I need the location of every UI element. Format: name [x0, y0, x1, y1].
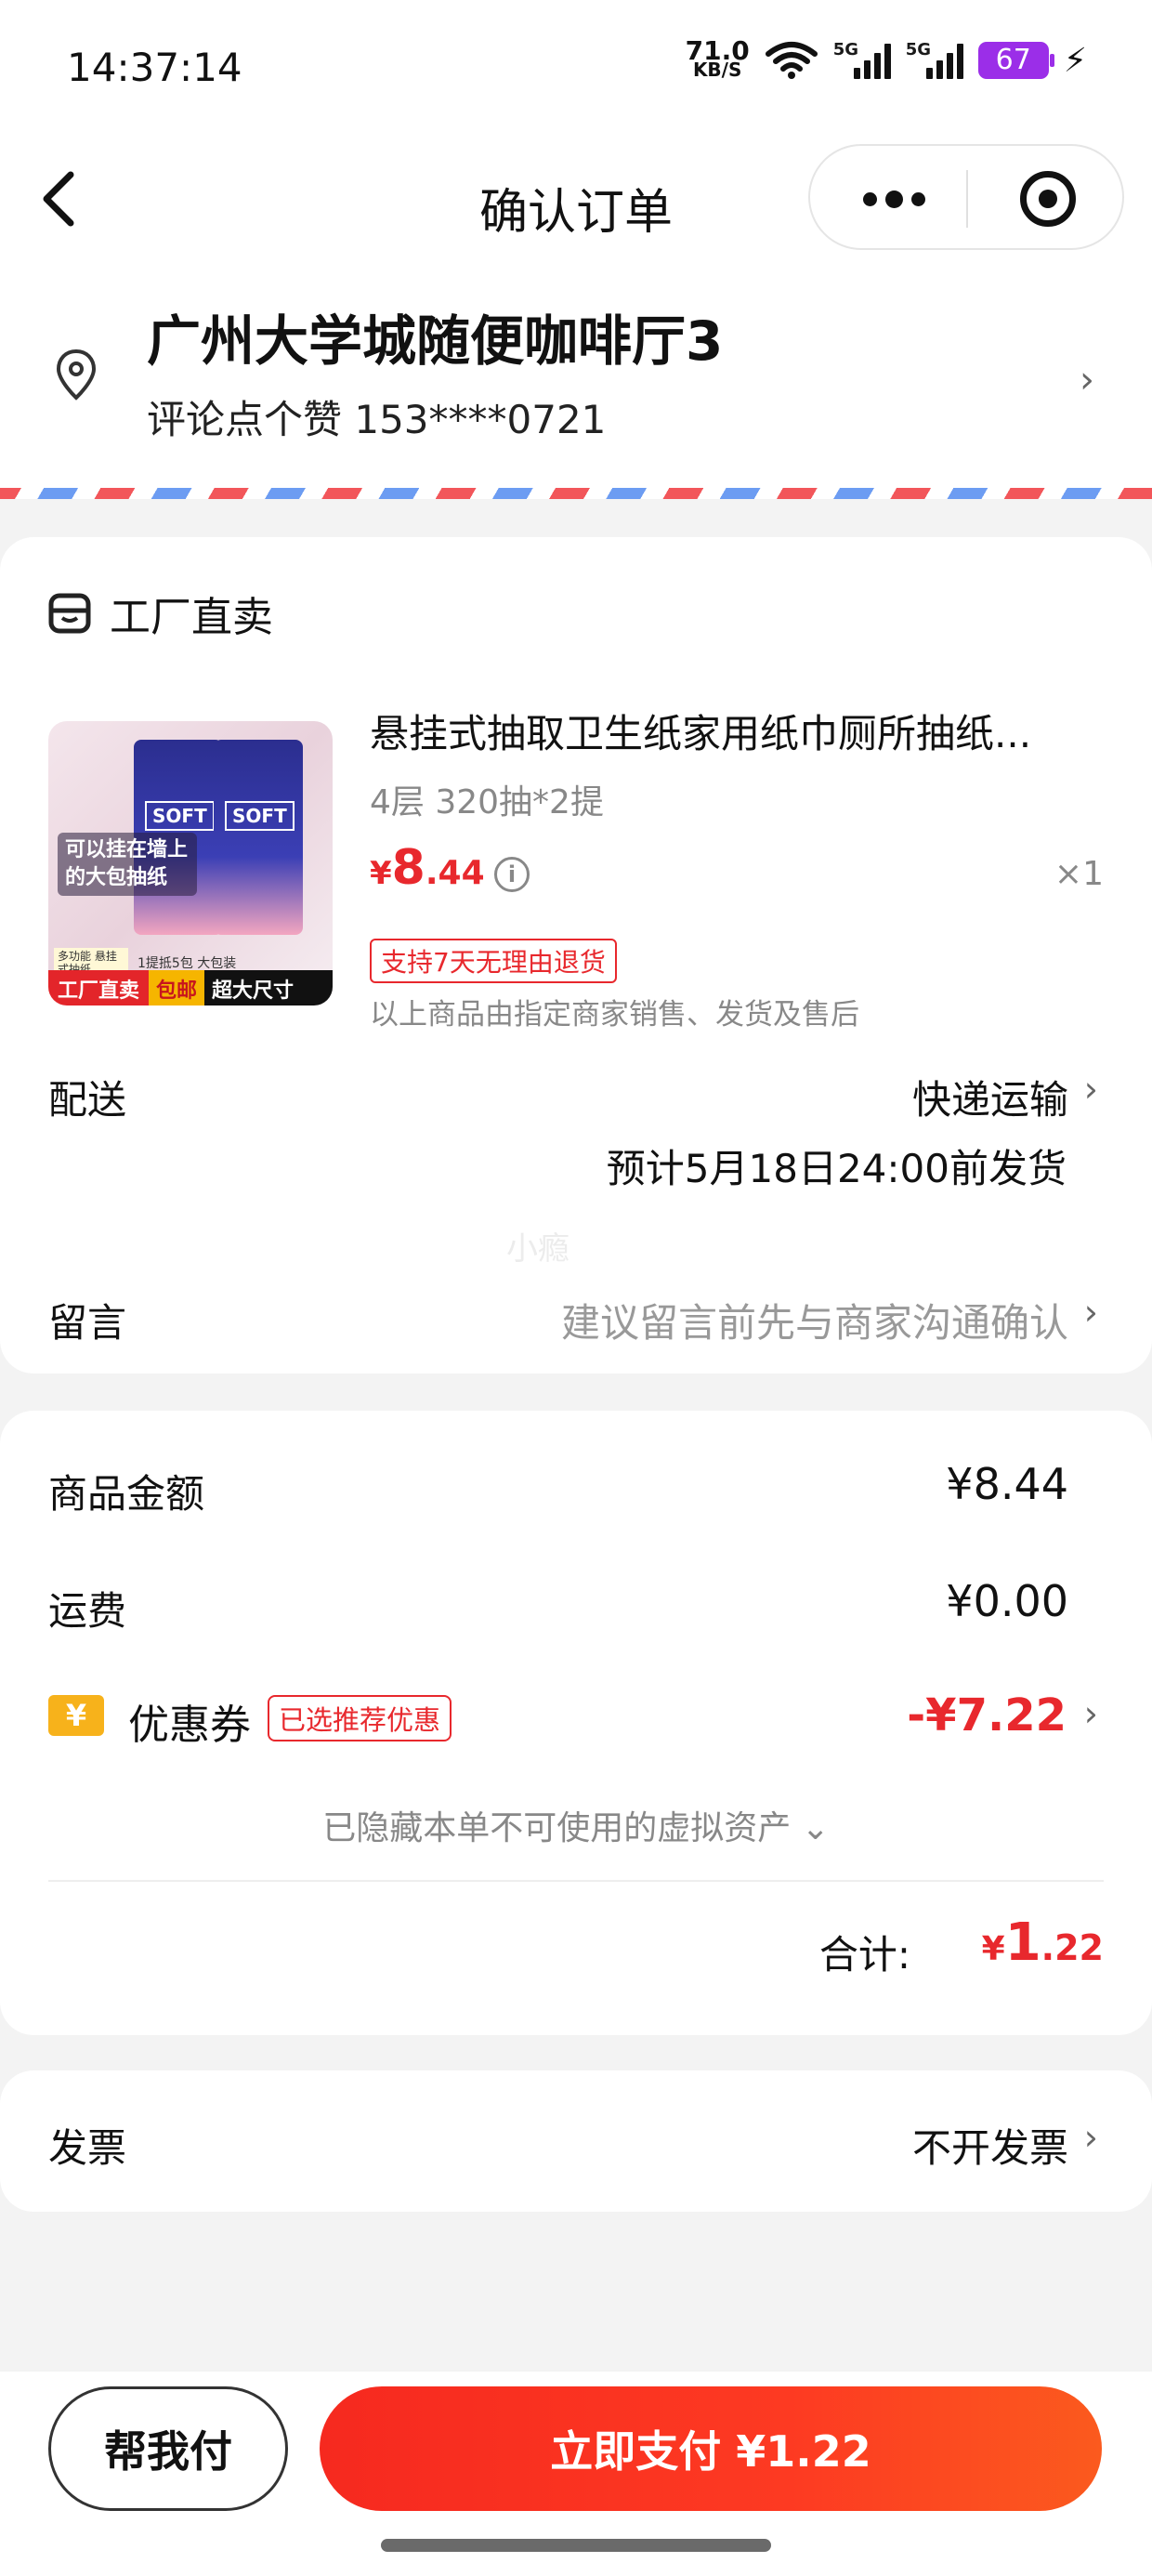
image-promo-strip: 工厂直卖 包邮 超大尺寸 — [48, 970, 333, 1005]
chevron-right-icon: › — [1083, 1292, 1098, 1333]
help-pay-button[interactable]: 帮我付 — [48, 2386, 288, 2511]
message-label: 留言 — [48, 1300, 127, 1346]
goods-amount-label: 商品金额 — [48, 1471, 205, 1517]
coupon-badge: 已选推荐优惠 — [268, 1695, 452, 1741]
product-pack: SOFT — [214, 740, 303, 935]
shop-header[interactable]: 工厂直卖 — [48, 584, 273, 643]
coupon-icon: ¥ — [48, 1695, 104, 1736]
divider — [48, 1880, 1104, 1882]
status-bar: 14:37:14 71.0 KB/S 5G 5G 67 ⚡ — [0, 0, 1152, 139]
product-quantity: ×1 — [1054, 855, 1104, 893]
image-caption: 可以挂在墙上的大包抽纸 — [58, 833, 197, 896]
mini-program-capsule — [808, 144, 1124, 250]
wifi-icon — [765, 42, 818, 79]
chevron-right-icon: › — [1080, 359, 1094, 401]
signal-label: 5G — [905, 40, 932, 59]
address-name: 广州大学城随便咖啡厅3 — [147, 309, 724, 373]
pay-now-button[interactable]: 立即支付 ¥1.22 — [320, 2386, 1102, 2511]
signal-label: 5G — [832, 40, 859, 59]
nav-bar: 确认订单 — [0, 139, 1152, 260]
chevron-right-icon: › — [1083, 1069, 1098, 1110]
price-currency: ¥ — [370, 855, 392, 892]
price-summary-card: 商品金额 ¥8.44 运费 ¥0.00 ¥ 优惠券 已选推荐优惠 -¥7.22 … — [0, 1411, 1152, 2035]
network-speed-unit: KB/S — [692, 59, 742, 81]
pack-label: SOFT — [145, 801, 215, 831]
order-confirm-page: 14:37:14 71.0 KB/S 5G 5G 67 ⚡ 确认订单 广州大学城… — [0, 0, 1152, 2576]
strip-size: 超大尺寸 — [204, 970, 333, 1005]
image-pack-info: 1提抵5包 大包装 — [137, 956, 237, 971]
total-currency: ¥ — [981, 1930, 1005, 1968]
location-pin-icon — [56, 348, 97, 401]
total-price: ¥1.22 — [982, 1912, 1104, 1973]
shipping-label: 运费 — [48, 1588, 127, 1634]
goods-amount-value: ¥8.44 — [946, 1459, 1068, 1509]
shop-icon — [48, 593, 91, 634]
invoice-row[interactable]: 发票 不开发票 › — [0, 2070, 1152, 2212]
hidden-assets-toggle[interactable]: 已隐藏本单不可使用的虚拟资产 ⌄ — [0, 1801, 1152, 1849]
product-card: 工厂直卖 SOFT SOFT 可以挂在墙上的大包抽纸 多功能 悬挂式抽纸 1提抵… — [0, 537, 1152, 1373]
delivery-method[interactable]: 快递运输 — [912, 1069, 1068, 1125]
network-speed-value: 71.0 — [685, 35, 750, 66]
product-spec: 4层 320抽*2提 — [370, 783, 604, 821]
target-icon[interactable] — [1020, 171, 1076, 227]
invoice-value: 不开发票 — [911, 2125, 1068, 2171]
battery-icon: 67 — [977, 42, 1054, 79]
watermark: 小瘾 — [506, 1230, 569, 1268]
price-integer: 8 — [391, 840, 425, 896]
coupon-value[interactable]: -¥7.22 — [907, 1689, 1067, 1741]
capsule-divider — [966, 170, 968, 228]
delivery-eta: 预计5月18日24:00前发货 — [606, 1146, 1067, 1191]
pack-label: SOFT — [225, 801, 295, 831]
total-decimal: .22 — [1041, 1927, 1104, 1968]
signal-icon: 5G — [905, 40, 963, 79]
message-input[interactable]: 建议留言前先与商家沟通确认 — [561, 1292, 1068, 1348]
price-decimal: .44 — [425, 854, 485, 892]
status-time: 14:37:14 — [67, 45, 242, 90]
address-contact: 评论点个赞 153****0721 — [147, 397, 607, 442]
delivery-label: 配送 — [48, 1077, 127, 1123]
invoice-label: 发票 — [48, 2125, 127, 2171]
total-integer: 1 — [1004, 1912, 1041, 1973]
total-label: 合计: — [818, 1932, 910, 1978]
seller-note: 以上商品由指定商家销售、发货及售后 — [370, 998, 859, 1032]
more-dots-icon[interactable] — [847, 146, 940, 252]
product-price: ¥8.44 — [370, 840, 485, 896]
chevron-right-icon: › — [1083, 2117, 1098, 2158]
chevron-right-icon: › — [1083, 1693, 1098, 1734]
shop-name: 工厂直卖 — [110, 594, 273, 641]
strip-freeship: 包邮 — [149, 970, 205, 1005]
strip-factory: 工厂直卖 — [48, 970, 150, 1005]
airmail-border — [0, 488, 1152, 499]
network-speed: 71.0 KB/S — [685, 35, 750, 81]
shipping-value: ¥0.00 — [946, 1576, 1068, 1626]
status-icons: 71.0 KB/S 5G 5G 67 ⚡ — [685, 35, 1087, 81]
product-image[interactable]: SOFT SOFT 可以挂在墙上的大包抽纸 多功能 悬挂式抽纸 1提抵5包 大包… — [48, 721, 333, 1005]
return-policy-badge: 支持7天无理由退货 — [370, 939, 617, 983]
coupon-label: 优惠券 — [128, 1702, 251, 1749]
home-indicator — [381, 2539, 771, 2552]
product-title[interactable]: 悬挂式抽取卫生纸家用纸巾厕所抽纸... — [370, 703, 1104, 759]
charging-icon: ⚡ — [1063, 41, 1087, 80]
address-section[interactable]: 广州大学城随便咖啡厅3 评论点个赞 153****0721 › — [0, 260, 1152, 488]
signal-icon: 5G — [832, 40, 891, 79]
info-icon[interactable]: i — [494, 857, 530, 892]
